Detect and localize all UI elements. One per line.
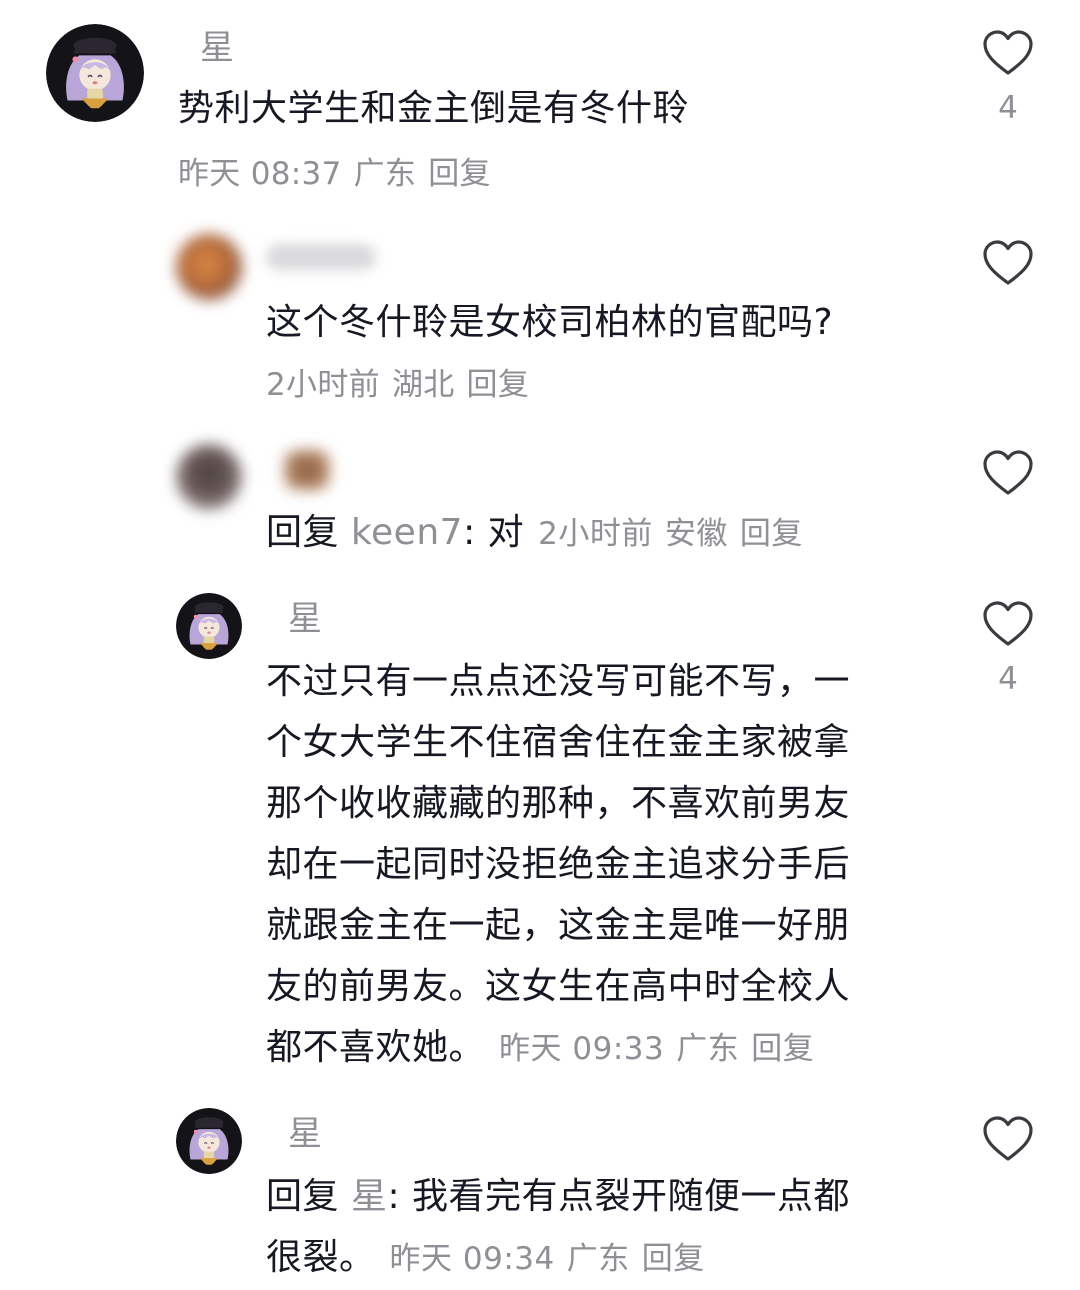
reply-prefix: 回复: [266, 1176, 340, 1217]
username[interactable]: 星: [200, 28, 234, 68]
heart-outline-icon: [983, 240, 1033, 286]
comment-item: 这个冬什聆是女校司柏林的官配吗? 2小时前 湖北 回复: [0, 210, 1080, 420]
comment-meta: 2小时前 湖北 回复: [266, 365, 541, 405]
comment-text-line: 不过只有一点点还没写可能不写，一: [266, 661, 851, 702]
comment-text: : 对: [463, 512, 525, 553]
comment-time: 2小时前: [266, 367, 380, 403]
comment-text-line: 就跟金主在一起，这金主是唯一好朋: [266, 905, 851, 946]
reply-button[interactable]: 回复: [467, 367, 530, 403]
comment-item: 星 势利大学生和金主倒是有冬什聆 昨天 08:37 广东 回复 4: [0, 0, 1080, 200]
reply-target-username[interactable]: 星: [351, 1176, 388, 1217]
comment-meta: 昨天 09:33 广东 回复: [499, 1031, 826, 1067]
avatar-image-icon: [176, 1108, 242, 1174]
comment-text: 势利大学生和金主倒是有冬什聆: [178, 88, 690, 129]
reply-text: 回复 星: 我看完有点裂开随便一点都 很裂。 昨天 09:34 广东 回复: [266, 1166, 850, 1290]
username-sticker-icon: [284, 450, 330, 490]
reply-target-username[interactable]: keen7: [351, 512, 463, 553]
comment-time: 昨天 09:33: [499, 1031, 665, 1067]
comment-location: 广东: [566, 1241, 630, 1277]
comment-text-line: 个女大学生不住宿舍住在金主家被拿: [266, 722, 851, 763]
comment-location: 安徽: [664, 516, 728, 552]
like-button[interactable]: 4: [982, 601, 1034, 697]
comment-time: 2小时前: [538, 516, 653, 552]
avatar-image-icon: [46, 24, 144, 122]
avatar[interactable]: [176, 444, 242, 510]
avatar[interactable]: [176, 593, 242, 659]
username-blurred[interactable]: [266, 244, 376, 270]
avatar[interactable]: [176, 234, 242, 300]
comment-meta: 昨天 09:34 广东 回复: [390, 1241, 717, 1277]
comment-location: 广东: [676, 1031, 740, 1067]
comment-text: 这个冬什聆是女校司柏林的官配吗?: [266, 302, 834, 343]
comment-text-line: 友的前男友。这女生在高中时全校人: [266, 966, 851, 1007]
heart-outline-icon: [983, 1116, 1033, 1162]
avatar[interactable]: [176, 1108, 242, 1174]
comment-text-line: 那个收收藏藏的那种，不喜欢前男友: [266, 783, 851, 824]
heart-outline-icon: [983, 601, 1033, 647]
avatar-image-icon: [176, 593, 242, 659]
comment-time: 昨天 09:34: [389, 1241, 555, 1277]
like-count: 4: [998, 661, 1018, 697]
username[interactable]: 星: [288, 1114, 322, 1154]
comment-text-line: 很裂。: [266, 1237, 376, 1278]
comment-text: 不过只有一点点还没写可能不写，一 个女大学生不住宿舍住在金主家被拿 那个收收藏藏…: [266, 651, 850, 1080]
comment-text-line: 都不喜欢她。: [266, 1027, 486, 1068]
comment-text-line: 却在一起同时没拒绝金主追求分手后: [266, 844, 851, 885]
comment-text-line: : 我看完有点裂开随便一点都: [387, 1176, 851, 1217]
like-button[interactable]: [982, 240, 1034, 286]
like-button[interactable]: [982, 450, 1034, 496]
heart-outline-icon: [983, 30, 1033, 76]
comment-item: 星 不过只有一点点还没写可能不写，一 个女大学生不住宿舍住在金主家被拿 那个收收…: [0, 585, 1080, 1095]
like-count: 4: [998, 90, 1018, 126]
reply-prefix: 回复: [266, 512, 340, 553]
reply-button[interactable]: 回复: [642, 1241, 705, 1277]
like-button[interactable]: [982, 1116, 1034, 1162]
username[interactable]: 星: [288, 599, 322, 639]
comment-meta: 2小时前 安徽 回复: [538, 516, 815, 552]
comment-item: 回复 keen7: 对 2小时前 安徽 回复: [0, 430, 1080, 570]
avatar[interactable]: [46, 24, 144, 122]
comment-item: 星 回复 星: 我看完有点裂开随便一点都 很裂。 昨天 09:34 广东 回复: [0, 1100, 1080, 1278]
comment-location: 湖北: [391, 367, 455, 403]
comment-time: 昨天 08:37: [178, 156, 342, 192]
comment-location: 广东: [353, 156, 417, 192]
like-button[interactable]: 4: [982, 30, 1034, 126]
reply-button[interactable]: 回复: [740, 516, 803, 552]
reply-button[interactable]: 回复: [428, 156, 491, 192]
reply-text: 回复 keen7: 对 2小时前 安徽 回复: [266, 502, 815, 565]
comment-meta: 昨天 08:37 广东 回复: [178, 154, 503, 194]
reply-button[interactable]: 回复: [751, 1031, 814, 1067]
heart-outline-icon: [983, 450, 1033, 496]
